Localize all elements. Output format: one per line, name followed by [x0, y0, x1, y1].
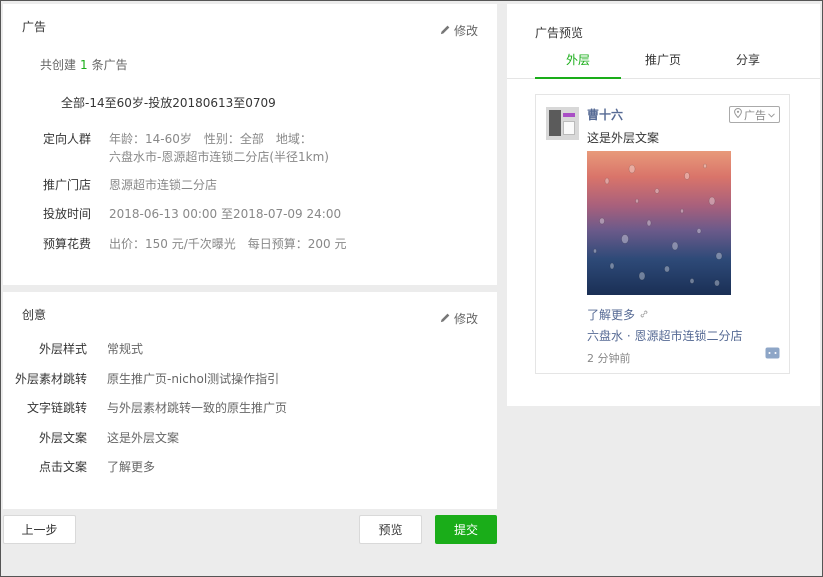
tab-outer[interactable]: 外层 — [535, 51, 621, 79]
ad-count: 1 — [80, 58, 88, 72]
previous-step-button[interactable]: 上一步 — [3, 515, 76, 544]
creative-edit-button[interactable]: 修改 — [440, 310, 478, 327]
targeting-age: 年龄：14-60岁 — [109, 132, 192, 146]
store-label: 推广门店 — [42, 178, 91, 192]
creative-edit-label: 修改 — [453, 312, 478, 326]
creative-row: 外层素材跳转 原生推广页-nichol测试操作指引 — [14, 372, 280, 386]
location-pin-icon — [734, 107, 742, 121]
chevron-down-icon — [768, 108, 775, 121]
ad-edit-label: 修改 — [453, 24, 478, 38]
ad-count-summary: 共创建 1 条广告 — [40, 58, 128, 72]
post-time: 2 分钟前 — [587, 352, 631, 365]
ad-image[interactable] — [587, 151, 731, 295]
ad-info-panel: 广告 修改 共创建 1 条广告 全部-14至60岁-投放20180613至0709 … — [3, 4, 497, 285]
ad-preview-card: 曹十六 广告 这是外层文案 了解更多 六盘水 · 恩源超市连锁二分店 2 分钟前 — [535, 94, 790, 374]
daily-budget-value: 每日预算：200 元 — [247, 237, 347, 251]
ad-preview-panel: 广告预览 外层 推广页 分享 曹十六 广告 这是外层文案 了解更多 六盘水 · … — [507, 4, 820, 406]
tab-share[interactable]: 分享 — [705, 51, 791, 79]
submit-button[interactable]: 提交 — [435, 515, 497, 544]
preview-button[interactable]: 预览 — [359, 515, 422, 544]
creative-panel-title: 创意 — [22, 308, 47, 322]
outer-copy-text: 这是外层文案 — [587, 131, 660, 145]
preview-title: 广告预览 — [535, 26, 584, 40]
targeting-gender: 性别：全部 — [203, 132, 264, 146]
pencil-icon — [440, 312, 451, 326]
creative-row: 外层样式 常规式 — [38, 342, 144, 356]
schedule-value: 2018-06-13 00:00 至2018-07-09 24:00 — [109, 207, 342, 221]
ad-group-name: 全部-14至60岁-投放20180613至0709 — [61, 96, 276, 110]
targeting-row: 定向人群 年龄：14-60岁 性别：全部 地域： 六盘水市-恩源超市连锁二分店(半径… — [3, 130, 329, 166]
creative-row: 点击文案 了解更多 — [38, 460, 156, 474]
creative-row: 外层文案 这是外层文案 — [38, 431, 180, 445]
store-location-link[interactable]: 六盘水 · 恩源超市连锁二分店 — [587, 327, 742, 344]
creative-panel: 创意 修改 外层样式 常规式 外层素材跳转 原生推广页-nichol测试操作指引… — [3, 292, 497, 509]
ad-badge[interactable]: 广告 — [729, 106, 780, 123]
store-row: 推广门店 恩源超市连锁二分店 — [3, 176, 217, 194]
pencil-icon — [440, 24, 451, 38]
ad-edit-button[interactable]: 修改 — [440, 22, 478, 39]
learn-more-link[interactable]: 了解更多 — [587, 306, 649, 323]
targeting-region-label: 地域： — [275, 132, 312, 146]
budget-row: 预算花费 出价：150 元/千次曝光 每日预算：200 元 — [3, 235, 347, 253]
avatar — [546, 107, 579, 140]
schedule-row: 投放时间 2018-06-13 00:00 至2018-07-09 24:00 — [3, 205, 341, 223]
targeting-region-value: 六盘水市-恩源超市连锁二分店(半径1km) — [109, 150, 329, 164]
advertiser-name[interactable]: 曹十六 — [587, 106, 623, 123]
bid-value: 出价：150 元/千次曝光 — [109, 237, 236, 251]
link-icon — [639, 308, 649, 322]
comment-icon[interactable] — [765, 347, 780, 359]
creative-row: 文字链跳转 与外层素材跳转一致的原生推广页 — [26, 401, 288, 415]
preview-tabs: 外层 推广页 分享 — [507, 51, 820, 79]
targeting-label: 定向人群 — [42, 132, 91, 146]
ad-panel-title: 广告 — [22, 20, 47, 34]
budget-label: 预算花费 — [42, 237, 91, 251]
tab-landing-page[interactable]: 推广页 — [620, 51, 706, 79]
schedule-label: 投放时间 — [42, 207, 91, 221]
store-value: 恩源超市连锁二分店 — [109, 178, 218, 192]
